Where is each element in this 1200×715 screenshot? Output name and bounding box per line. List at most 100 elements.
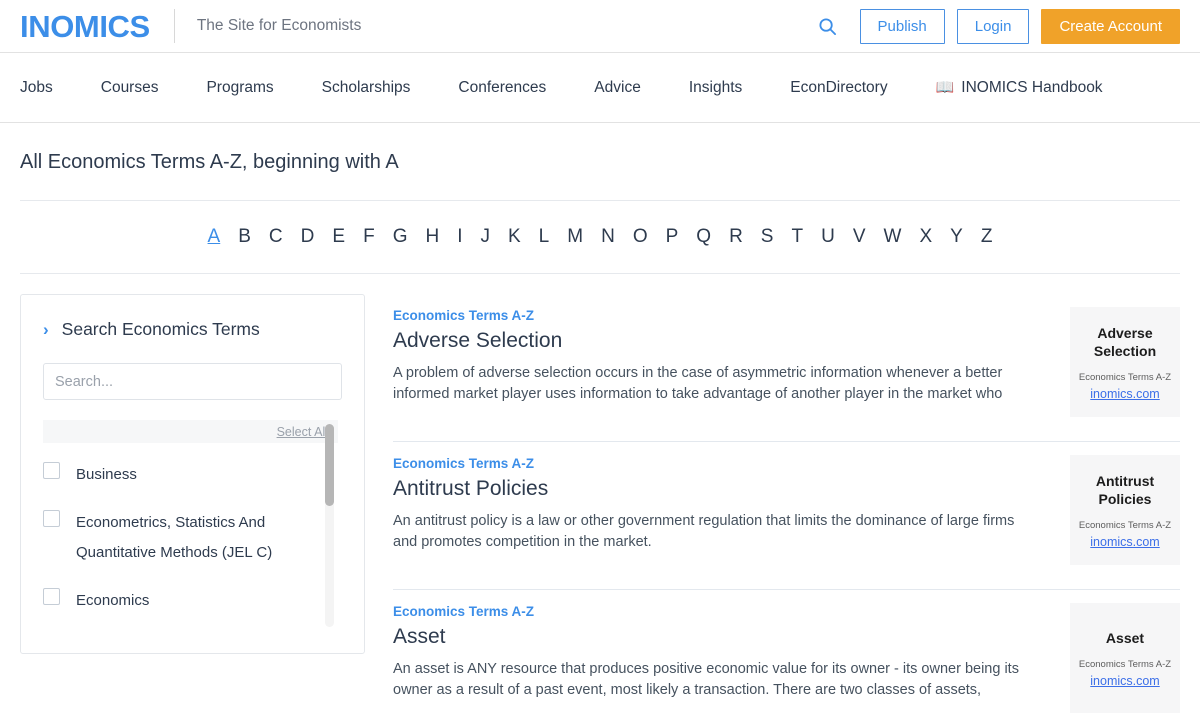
alphabet-letter-o[interactable]: O <box>624 226 657 248</box>
open-book-icon: 📖 <box>935 79 955 96</box>
result-main: Economics Terms A-Z Antitrust Policies An … <box>393 455 1050 553</box>
alphabet-letter-g[interactable]: G <box>384 226 417 248</box>
facet-label: Econometrics, Statistics And Quantitativ… <box>76 514 273 561</box>
thumbnail-title: Adverse Selection <box>1093 324 1157 359</box>
facet-filter-box: Select All Business Econometrics, Statist… <box>43 420 342 635</box>
result-main: Economics Terms A-Z Asset An asset is ANY … <box>393 603 1050 701</box>
alphabet-letter-y[interactable]: Y <box>941 226 972 248</box>
thumbnail-domain-link[interactable]: inomics.com <box>1090 387 1159 401</box>
result-category-link[interactable]: Economics Terms A-Z <box>393 456 534 471</box>
nav-item-scholarships[interactable]: Scholarships <box>298 79 435 97</box>
result-title[interactable]: Antitrust Policies <box>393 477 1042 501</box>
result-category-link[interactable]: Economics Terms A-Z <box>393 308 534 323</box>
search-icon[interactable] <box>814 12 842 40</box>
login-button[interactable]: Login <box>956 8 1030 44</box>
result-thumbnail[interactable]: Antitrust Policies Economics Terms A-Z ino… <box>1070 455 1180 565</box>
facet-label: Economics <box>76 592 150 609</box>
result-category-link[interactable]: Economics Terms A-Z <box>393 604 534 619</box>
alphabet-letter-l[interactable]: L <box>530 226 559 248</box>
search-sidebar: › Search Economics Terms Select All Busi… <box>20 294 365 654</box>
alphabet-letter-j[interactable]: J <box>471 226 499 248</box>
alphabet-letter-p[interactable]: P <box>657 226 688 248</box>
chevron-right-icon: › <box>43 320 49 339</box>
nav-item-jobs[interactable]: Jobs <box>20 79 77 97</box>
alphabet-letter-t[interactable]: T <box>782 226 812 248</box>
nav-item-insights[interactable]: Insights <box>665 79 766 97</box>
alphabet-letter-a[interactable]: A <box>199 226 230 248</box>
nav-item-conferences[interactable]: Conferences <box>434 79 570 97</box>
facet-item[interactable]: Economics <box>43 577 338 625</box>
facet-scrollbar-thumb[interactable] <box>325 424 334 506</box>
nav-label: Scholarships <box>321 78 411 96</box>
facet-checkbox[interactable] <box>43 510 60 527</box>
site-header: INOMICS The Site for Economists Publish … <box>0 0 1200 53</box>
site-logo[interactable]: INOMICS <box>20 11 150 42</box>
thumbnail-domain-link[interactable]: inomics.com <box>1090 674 1159 688</box>
alphabet-letter-u[interactable]: U <box>812 226 844 248</box>
select-all-bar: Select All <box>43 420 338 443</box>
nav-label: Conferences <box>458 78 547 96</box>
alphabet-letter-v[interactable]: V <box>844 226 875 248</box>
alphabet-letter-s[interactable]: S <box>752 226 783 248</box>
facet-item[interactable]: Economic Thought & Methodology <box>43 625 338 635</box>
alphabet-letter-h[interactable]: H <box>416 226 448 248</box>
site-tagline: The Site for Economists <box>196 17 362 34</box>
logo-divider <box>173 9 175 43</box>
alphabet-letter-i[interactable]: I <box>448 226 471 248</box>
nav-label: Programs <box>206 78 274 96</box>
page-title-container: All Economics Terms A-Z, beginning with … <box>0 123 1200 200</box>
thumbnail-subtitle: Economics Terms A-Z <box>1078 658 1172 670</box>
result-description: An antitrust policy is a law or other go… <box>393 513 1015 550</box>
alphabet-letter-f[interactable]: F <box>354 226 384 248</box>
result-title[interactable]: Adverse Selection <box>393 329 1042 353</box>
alphabet-letter-n[interactable]: N <box>592 226 624 248</box>
alphabet-letter-c[interactable]: C <box>260 226 292 248</box>
select-all-link[interactable]: Select All <box>277 425 328 439</box>
nav-item-programs[interactable]: Programs <box>182 79 297 97</box>
header-actions: Publish Login Create Account <box>814 8 1180 44</box>
result-description: An asset is ANY resource that produces p… <box>393 661 1019 698</box>
nav-item-econdirectory[interactable]: EconDirectory <box>766 79 911 97</box>
create-account-button[interactable]: Create Account <box>1041 8 1180 44</box>
facet-checkbox[interactable] <box>43 588 60 605</box>
nav-label: Jobs <box>20 78 53 96</box>
facet-scrollbar[interactable] <box>325 424 334 627</box>
result-item: Economics Terms A-Z Adverse Selection A pr… <box>393 294 1180 442</box>
alphabet-letter-r[interactable]: R <box>720 226 752 248</box>
sidebar-toggle[interactable]: › Search Economics Terms <box>43 319 342 340</box>
facet-list: Business Econometrics, Statistics And Qua… <box>43 443 338 635</box>
alphabet-letter-k[interactable]: K <box>499 226 530 248</box>
main-navigation: Jobs Courses Programs Scholarships Confe… <box>0 53 1200 123</box>
alphabet-letter-z[interactable]: Z <box>972 226 1002 248</box>
alphabet-letter-x[interactable]: X <box>910 226 941 248</box>
thumbnail-title: Antitrust Policies <box>1095 472 1155 507</box>
publish-button[interactable]: Publish <box>859 8 945 44</box>
result-description: A problem of adverse selection occurs in… <box>393 365 1003 402</box>
facet-item[interactable]: Business <box>43 451 338 499</box>
result-main: Economics Terms A-Z Adverse Selection A pr… <box>393 307 1050 405</box>
thumbnail-subtitle: Economics Terms A-Z <box>1078 519 1172 531</box>
alphabet-letter-w[interactable]: W <box>875 226 911 248</box>
result-thumbnail[interactable]: Adverse Selection Economics Terms A-Z inom… <box>1070 307 1180 417</box>
sidebar-title: Search Economics Terms <box>61 319 260 339</box>
facet-label: Economic Thought & Methodology <box>76 634 291 635</box>
nav-item-advice[interactable]: Advice <box>570 79 665 97</box>
result-item: Economics Terms A-Z Asset An asset is ANY … <box>393 590 1180 715</box>
alphabet-letter-b[interactable]: B <box>229 226 260 248</box>
nav-item-courses[interactable]: Courses <box>77 79 183 97</box>
search-input[interactable] <box>43 363 342 400</box>
thumbnail-domain-link[interactable]: inomics.com <box>1090 535 1159 549</box>
nav-label: INOMICS Handbook <box>961 78 1103 96</box>
thumbnail-subtitle: Economics Terms A-Z <box>1078 371 1172 383</box>
alphabet-letter-d[interactable]: D <box>292 226 324 248</box>
alphabet-letter-e[interactable]: E <box>323 226 354 248</box>
result-title[interactable]: Asset <box>393 625 1042 649</box>
nav-item-inomics-handbook[interactable]: 📖 INOMICS Handbook <box>912 79 1127 97</box>
facet-checkbox[interactable] <box>43 462 60 479</box>
facet-item[interactable]: Econometrics, Statistics And Quantitativ… <box>43 499 338 577</box>
alphabet-list: ABCDEFGHIJKLMNOPQRSTUVWXYZ <box>199 226 1002 248</box>
results-list: Economics Terms A-Z Adverse Selection A pr… <box>393 294 1180 715</box>
alphabet-letter-q[interactable]: Q <box>687 226 720 248</box>
alphabet-letter-m[interactable]: M <box>558 226 592 248</box>
result-thumbnail[interactable]: Asset Economics Terms A-Z inomics.com <box>1070 603 1180 713</box>
